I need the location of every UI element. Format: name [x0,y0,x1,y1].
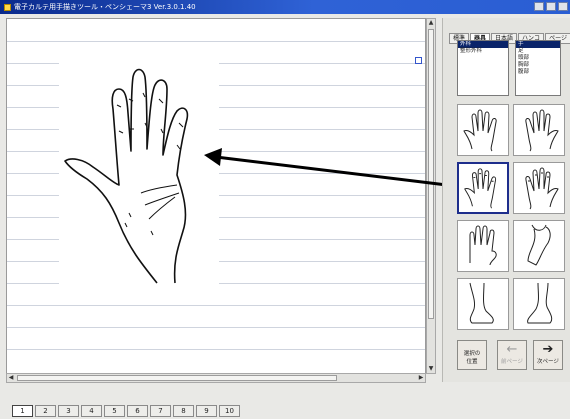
list-item[interactable]: 頭部 [516,55,560,62]
thumbnail-hand-palm-right[interactable] [513,104,565,156]
page-tab-10[interactable]: 10 [219,405,240,417]
ruled-line [7,41,425,42]
page-tab-5[interactable]: 5 [104,405,125,417]
scroll-up-icon[interactable]: ▲ [427,19,435,27]
horizontal-scroll-thumb[interactable] [17,375,337,381]
list-item[interactable]: 外科 [458,41,508,48]
thumbnail-hand-back-right[interactable] [513,162,565,214]
hand-icon [469,225,497,266]
list-item[interactable]: 整形外科 [458,48,508,55]
hand-icon [525,167,559,210]
page-tab-3[interactable]: 3 [58,405,79,417]
app-icon [4,3,11,11]
foot-icon [527,282,553,324]
ruled-line [7,349,425,350]
thumbnail-hand-back-left[interactable] [457,162,509,214]
scroll-left-icon[interactable]: ◀ [7,374,15,382]
list-item[interactable]: 胸部 [516,62,560,69]
minimize-button[interactable] [534,2,544,11]
parts-panel: 標準 器具 日本語 ハンコ ページ 外科 整形外科 手 足 頭部 胸部 腹部 選択の 位… [442,18,570,382]
page-tab-6[interactable]: 6 [127,405,148,417]
page-tab-8[interactable]: 8 [173,405,194,417]
page-tabs: 1 2 3 4 5 6 7 8 9 10 [12,398,242,417]
horizontal-scrollbar[interactable]: ◀ ▶ [6,373,426,383]
page-tab-1[interactable]: 1 [12,405,33,417]
next-page-button[interactable]: ➔ 次ページ [533,340,563,370]
insert-button-label: 選択の 位置 [463,351,481,365]
panel-tabs: 標準 器具 日本語 ハンコ ページ [449,25,570,44]
category-list[interactable]: 外科 整形外科 [457,40,509,96]
vertical-scrollbar[interactable]: ▲ ▼ [426,18,436,374]
list-item[interactable]: 手 [516,41,560,48]
scroll-down-icon[interactable]: ▼ [427,365,435,373]
page-tab-9[interactable]: 9 [196,405,217,417]
page-tab-7[interactable]: 7 [150,405,171,417]
insert-button[interactable]: 選択の 位置 [457,340,487,370]
document-canvas[interactable] [6,18,426,374]
hand-icon [525,109,559,152]
prev-page-label: 前ページ [501,359,523,365]
foot-icon [469,282,494,324]
title-bar: 電子カルテ用手描きツール・ペンシェーマ3 Ver.3.0.1.40 [0,0,570,14]
thumbnail-hand-fingers[interactable] [457,220,509,272]
ruled-line [7,305,425,306]
list-item[interactable]: 足 [516,48,560,55]
ruled-line [7,327,425,328]
arrow-left-icon: ← [506,342,518,357]
thumbnail-leg-side[interactable] [513,220,565,272]
hand-icon [464,168,497,209]
list-item[interactable]: 腹部 [516,69,560,76]
hand-icon [463,109,497,152]
maximize-button[interactable] [546,2,556,11]
window-title: 電子カルテ用手描きツール・ペンシェーマ3 Ver.3.0.1.40 [14,3,196,11]
prev-page-button[interactable]: ← 前ページ [497,340,527,370]
hand-schema-drawing[interactable] [59,63,219,293]
body-part-list[interactable]: 手 足 頭部 胸部 腹部 [515,40,561,96]
leg-icon [527,224,551,266]
thumbnail-foot-left[interactable] [457,278,509,330]
close-button[interactable] [558,2,568,11]
thumbnail-foot-right[interactable] [513,278,565,330]
next-page-label: 次ページ [537,359,559,365]
scroll-right-icon[interactable]: ▶ [417,374,425,382]
arrow-right-icon: ➔ [542,342,554,357]
vertical-scroll-thumb[interactable] [428,29,434,319]
selection-handle[interactable] [415,57,422,64]
page-tab-2[interactable]: 2 [35,405,56,417]
page-tab-4[interactable]: 4 [81,405,102,417]
thumbnail-hand-palm-left[interactable] [457,104,509,156]
